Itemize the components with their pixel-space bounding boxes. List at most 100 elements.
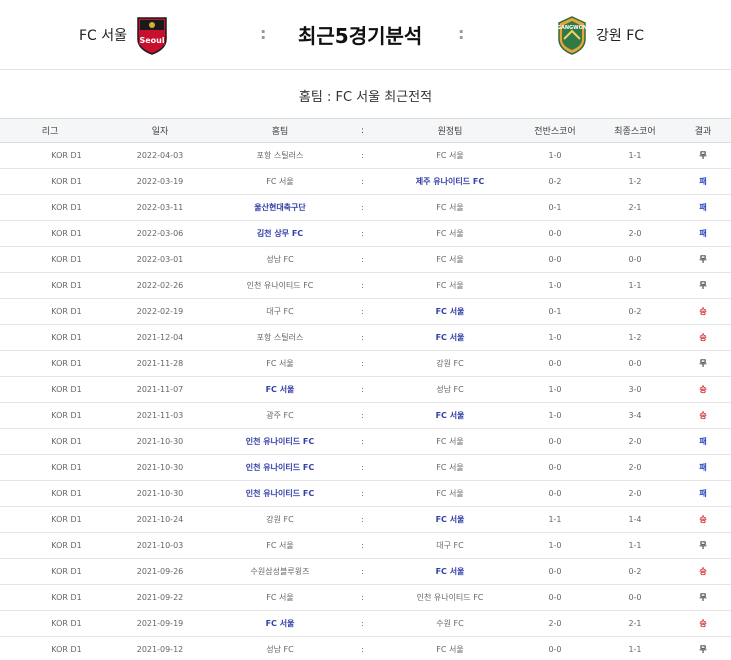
away-team-cell[interactable]: FC 서울: [385, 428, 515, 455]
away-team-cell[interactable]: FC 서울: [385, 194, 515, 221]
away-team[interactable]: GANGWON 강원 FC: [556, 12, 644, 58]
home-team-cell[interactable]: 대구 FC: [220, 298, 340, 325]
away-team-cell[interactable]: FC 서울: [385, 298, 515, 325]
home-team-cell[interactable]: 김천 상무 FC: [220, 220, 340, 247]
home-team-cell[interactable]: 울산현대축구단: [220, 194, 340, 221]
away-team-cell[interactable]: FC 서울: [385, 402, 515, 429]
table-row[interactable]: KOR D1 2022-03-19 FC 서울: 제주 유나이티드 FC 0-2 1-2 패: [0, 168, 731, 195]
table-row[interactable]: KOR D1 2021-12-04 포항 스틸러스: FC 서울 1-0 1-2 승: [0, 324, 731, 351]
home-team-cell[interactable]: 강원 FC: [220, 506, 340, 533]
colon-cell: :: [340, 246, 385, 273]
table-row[interactable]: KOR D1 2021-10-30 인천 유나이티드 FC: FC 서울 0-0 2-0 패: [0, 480, 731, 507]
home-team-cell[interactable]: FC 서울: [220, 376, 340, 403]
home-team-cell[interactable]: 포항 스틸러스: [220, 324, 340, 351]
table-row[interactable]: KOR D1 2021-10-30 인천 유나이티드 FC: FC 서울 0-0 2-0 패: [0, 428, 731, 455]
header-half-score: 전반스코어: [515, 118, 595, 143]
table-row[interactable]: KOR D1 2021-10-24 강원 FC: FC 서울 1-1 1-4 승: [0, 506, 731, 533]
match-title: 최근5경기분석: [298, 24, 423, 48]
colon-cell: :: [340, 636, 385, 660]
away-team-cell[interactable]: FC 서울: [385, 220, 515, 247]
away-team-cell[interactable]: 제주 유나이티드 FC: [385, 168, 515, 195]
league-cell: KOR D1: [0, 324, 100, 351]
table-row[interactable]: KOR D1 2021-11-03 광주 FC: FC 서울 1-0 3-4 승: [0, 402, 731, 429]
half-score-cell: 1-1: [515, 506, 595, 533]
seoul-logo-text: Seoul: [139, 36, 164, 45]
final-score-cell: 1-1: [595, 142, 675, 169]
table-row[interactable]: KOR D1 2021-09-12 성남 FC: FC 서울 0-0 1-1 무: [0, 636, 731, 660]
colon-cell: :: [340, 506, 385, 533]
colon-cell: :: [340, 480, 385, 507]
home-team-cell[interactable]: FC 서울: [220, 168, 340, 195]
away-team-cell[interactable]: FC 서울: [385, 324, 515, 351]
home-team-cell[interactable]: 성남 FC: [220, 246, 340, 273]
home-team[interactable]: FC 서울 Seoul: [79, 12, 169, 58]
result-cell: 무: [675, 350, 731, 377]
home-team-cell[interactable]: 인천 유나이티드 FC: [220, 428, 340, 455]
away-team-cell[interactable]: FC 서울: [385, 454, 515, 481]
table-row[interactable]: KOR D1 2021-10-03 FC 서울: 대구 FC 1-0 1-1 무: [0, 532, 731, 559]
home-team-cell[interactable]: FC 서울: [220, 610, 340, 637]
final-score-cell: 1-4: [595, 506, 675, 533]
result-cell: 무: [675, 246, 731, 273]
table-row[interactable]: KOR D1 2022-04-03 포항 스틸러스: FC 서울 1-0 1-1 무: [0, 142, 731, 169]
colon-cell: :: [340, 428, 385, 455]
table-row[interactable]: KOR D1 2022-02-26 인천 유나이티드 FC: FC 서울 1-0 1-1 무: [0, 272, 731, 299]
date-cell: 2022-03-19: [100, 168, 220, 195]
away-team-name[interactable]: 강원 FC: [596, 25, 644, 45]
league-cell: KOR D1: [0, 194, 100, 221]
half-score-cell: 0-0: [515, 246, 595, 273]
away-team-cell[interactable]: FC 서울: [385, 246, 515, 273]
date-cell: 2022-04-03: [100, 142, 220, 169]
away-team-cell[interactable]: FC 서울: [385, 480, 515, 507]
home-team-cell[interactable]: FC 서울: [220, 584, 340, 611]
date-cell: 2022-03-11: [100, 194, 220, 221]
home-team-cell[interactable]: 포항 스틸러스: [220, 142, 340, 169]
home-team-cell[interactable]: 광주 FC: [220, 402, 340, 429]
date-cell: 2022-03-01: [100, 246, 220, 273]
final-score-cell: 2-1: [595, 610, 675, 637]
home-team-cell[interactable]: FC 서울: [220, 532, 340, 559]
table-row[interactable]: KOR D1 2021-09-19 FC 서울: 수원 FC 2-0 2-1 승: [0, 610, 731, 637]
away-team-cell[interactable]: 대구 FC: [385, 532, 515, 559]
half-score-cell: 0-1: [515, 298, 595, 325]
colon-cell: :: [340, 376, 385, 403]
away-team-cell[interactable]: 강원 FC: [385, 350, 515, 377]
table-row[interactable]: KOR D1 2022-03-01 성남 FC: FC 서울 0-0 0-0 무: [0, 246, 731, 273]
half-score-cell: 1-0: [515, 402, 595, 429]
table-row[interactable]: KOR D1 2022-02-19 대구 FC: FC 서울 0-1 0-2 승: [0, 298, 731, 325]
home-team-name[interactable]: FC 서울: [79, 25, 127, 45]
final-score-cell: 2-0: [595, 454, 675, 481]
table-row[interactable]: KOR D1 2021-09-26 수원삼성블루윙즈: FC 서울 0-0 0-2 승: [0, 558, 731, 585]
away-team-cell[interactable]: FC 서울: [385, 558, 515, 585]
away-team-cell[interactable]: FC 서울: [385, 636, 515, 660]
header-final-score: 최종스코어: [595, 118, 675, 143]
header-away: 원정팀: [385, 118, 515, 143]
away-team-cell[interactable]: FC 서울: [385, 142, 515, 169]
result-cell: 승: [675, 324, 731, 351]
home-team-cell[interactable]: 성남 FC: [220, 636, 340, 660]
table-row[interactable]: KOR D1 2021-11-07 FC 서울: 성남 FC 1-0 3-0 승: [0, 376, 731, 403]
away-team-cell[interactable]: 인천 유나이티드 FC: [385, 584, 515, 611]
final-score-cell: 2-0: [595, 480, 675, 507]
away-team-cell[interactable]: FC 서울: [385, 506, 515, 533]
table-row[interactable]: KOR D1 2021-11-28 FC 서울: 강원 FC 0-0 0-0 무: [0, 350, 731, 377]
home-team-cell[interactable]: FC 서울: [220, 350, 340, 377]
league-cell: KOR D1: [0, 584, 100, 611]
away-team-cell[interactable]: FC 서울: [385, 272, 515, 299]
home-team-cell[interactable]: 인천 유나이티드 FC: [220, 272, 340, 299]
away-team-cell[interactable]: 수원 FC: [385, 610, 515, 637]
home-team-cell[interactable]: 수원삼성블루윙즈: [220, 558, 340, 585]
table-row[interactable]: KOR D1 2021-10-30 인천 유나이티드 FC: FC 서울 0-0 2-0 패: [0, 454, 731, 481]
table-row[interactable]: KOR D1 2022-03-06 김천 상무 FC: FC 서울 0-0 2-0 패: [0, 220, 731, 247]
header-colon: :: [340, 118, 385, 143]
result-cell: 패: [675, 428, 731, 455]
final-score-cell: 3-0: [595, 376, 675, 403]
away-team-cell[interactable]: 성남 FC: [385, 376, 515, 403]
home-team-cell[interactable]: 인천 유나이티드 FC: [220, 454, 340, 481]
final-score-cell: 0-0: [595, 584, 675, 611]
home-team-cell[interactable]: 인천 유나이티드 FC: [220, 480, 340, 507]
table-row[interactable]: KOR D1 2021-09-22 FC 서울: 인천 유나이티드 FC 0-0 0-0 무: [0, 584, 731, 611]
result-cell: 승: [675, 610, 731, 637]
table-row[interactable]: KOR D1 2022-03-11 울산현대축구단: FC 서울 0-1 2-1 패: [0, 194, 731, 221]
date-cell: 2021-10-30: [100, 428, 220, 455]
